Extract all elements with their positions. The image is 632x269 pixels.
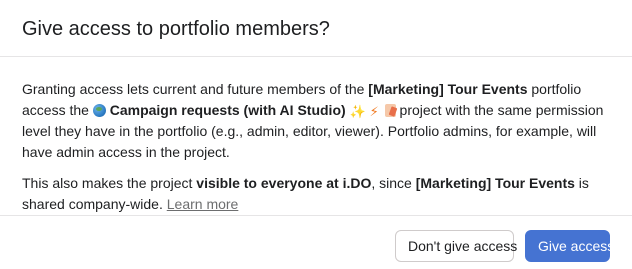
lightning-icon: ⚡ — [369, 104, 379, 119]
portfolio-name: [Marketing] Tour Events — [368, 81, 528, 97]
visibility-scope: visible to everyone at i.DO — [196, 175, 372, 191]
globe-icon — [92, 104, 106, 117]
dialog-footer: Don't give access Give access — [0, 215, 632, 269]
portfolio-name-2: [Marketing] Tour Events — [415, 175, 575, 191]
visibility-text-a: This also makes the project — [22, 175, 197, 191]
page-icon — [384, 104, 396, 117]
project-name: Campaign requests (with AI Studio) — [109, 102, 346, 118]
access-dialog: Give access to portfolio members? Granti… — [0, 0, 632, 269]
learn-more-link[interactable]: Learn more — [167, 196, 239, 212]
give-access-button[interactable]: Give access — [525, 230, 614, 262]
access-description: Granting access lets current and future … — [22, 79, 610, 163]
sparkles-icon: ✨ — [349, 104, 366, 119]
visibility-text-b: , since — [371, 175, 416, 191]
dialog-body: Granting access lets current and future … — [0, 57, 632, 215]
dialog-header: Give access to portfolio members? — [0, 0, 632, 57]
dialog-title: Give access to portfolio members? — [22, 18, 330, 40]
visibility-description: This also makes the project visible to e… — [22, 173, 610, 215]
dont-give-access-button[interactable]: Don't give access — [395, 230, 517, 262]
description-text-a: Granting access lets current and future … — [22, 81, 369, 97]
